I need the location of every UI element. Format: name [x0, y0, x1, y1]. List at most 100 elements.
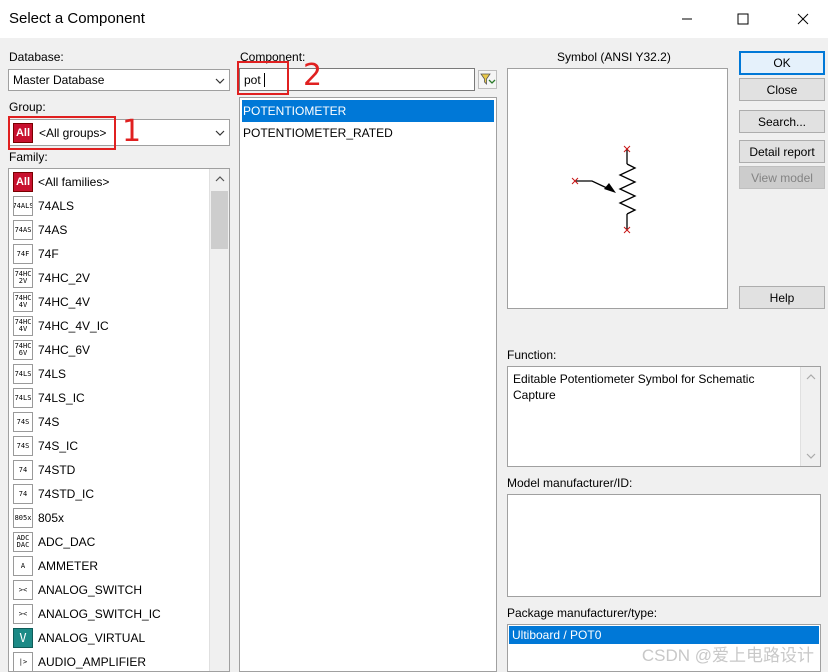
family-item[interactable]: 74LS 74LS — [13, 362, 66, 386]
symbol-label: Symbol (ANSI Y32.2) — [557, 50, 671, 64]
family-item[interactable]: ADC DAC ADC_DAC — [13, 530, 95, 554]
function-scrollbar[interactable] — [800, 367, 820, 466]
model-manufacturer-label: Model manufacturer/ID: — [507, 476, 633, 490]
function-text-area[interactable]: Editable Potentiometer Symbol for Schema… — [507, 366, 821, 467]
family-item[interactable]: A AMMETER — [13, 554, 98, 578]
annotation-number-1: 1 — [122, 114, 142, 149]
74hc-6v-gate-icon: 74HC 6V — [13, 340, 33, 360]
family-item[interactable]: 74 74STD_IC — [13, 482, 94, 506]
symbol-preview — [507, 68, 728, 309]
minimize-icon — [682, 18, 692, 20]
family-item[interactable]: 74F 74F — [13, 242, 59, 266]
family-item[interactable]: 74LS 74LS_IC — [13, 386, 85, 410]
805x-chip-icon: 805x — [13, 508, 33, 528]
component-item-potentiometer-rated[interactable]: POTENTIOMETER_RATED — [242, 122, 494, 144]
filter-icon — [480, 73, 496, 85]
family-item[interactable]: 74HC 4V 74HC_4V_IC — [13, 314, 109, 338]
family-item-label: AMMETER — [38, 559, 98, 573]
family-item[interactable]: 74HC 2V 74HC_2V — [13, 266, 90, 290]
annotation-box-1 — [8, 116, 116, 150]
maximize-button[interactable] — [720, 6, 766, 32]
74hc-4v-gate-icon: 74HC 4V — [13, 292, 33, 312]
74hc-2v-gate-icon: 74HC 2V — [13, 268, 33, 288]
family-item[interactable]: 74AS 74AS — [13, 218, 67, 242]
potentiometer-symbol-icon — [571, 145, 637, 234]
database-dropdown[interactable]: Master Database — [8, 69, 230, 91]
family-item[interactable]: All <All families> — [13, 170, 109, 194]
maximize-icon — [737, 13, 749, 25]
74as-gate-icon: 74AS — [13, 220, 33, 240]
all-families-icon: All — [13, 172, 33, 192]
family-scrollbar[interactable] — [209, 169, 229, 671]
function-text: Editable Potentiometer Symbol for Schema… — [513, 372, 755, 402]
family-item-label: 74S_IC — [38, 439, 79, 453]
family-item[interactable]: 74S 74S — [13, 410, 59, 434]
family-item-label: ANALOG_SWITCH_IC — [38, 607, 161, 621]
model-manufacturer-list[interactable] — [507, 494, 821, 597]
family-item-label: ADC_DAC — [38, 535, 96, 549]
family-item-label: 74S — [38, 415, 60, 429]
ok-button[interactable]: OK — [739, 51, 825, 75]
74std-gate-icon: 74 — [13, 460, 33, 480]
chevron-down-icon — [215, 78, 225, 84]
package-label: Package manufacturer/type: — [507, 606, 658, 620]
database-value: Master Database — [13, 73, 105, 87]
analog-switch-icon: >< — [13, 580, 33, 600]
search-button[interactable]: Search... — [739, 110, 825, 133]
family-item-label: 74HC_2V — [38, 271, 91, 285]
family-item[interactable]: |> AUDIO_AMPLIFIER — [13, 650, 147, 671]
minimize-button[interactable] — [664, 6, 710, 32]
scroll-up-icon[interactable] — [806, 373, 816, 381]
family-item[interactable]: 74ALS 74ALS — [13, 194, 74, 218]
family-item[interactable]: 74S 74S_IC — [13, 434, 78, 458]
component-item-potentiometer[interactable]: POTENTIOMETER — [242, 100, 494, 122]
74std-ic-gate-icon: 74 — [13, 484, 33, 504]
scroll-up-icon[interactable] — [215, 175, 225, 183]
audio-amplifier-icon: |> — [13, 652, 33, 671]
close-button[interactable]: Close — [739, 78, 825, 101]
family-item-label: 74F — [38, 247, 59, 261]
family-item-label: 74LS — [38, 367, 67, 381]
filter-button[interactable] — [478, 70, 497, 89]
74f-gate-icon: 74F — [13, 244, 33, 264]
family-item[interactable]: 74HC 4V 74HC_4V — [13, 290, 90, 314]
family-item-label: 74HC_4V — [38, 295, 91, 309]
annotation-number-2: 2 — [303, 58, 323, 93]
family-item[interactable]: 74HC 6V 74HC_6V — [13, 338, 90, 362]
view-model-button: View model — [739, 166, 825, 189]
family-item-label: 805x — [38, 511, 65, 525]
chevron-down-icon — [215, 130, 225, 136]
74ls-gate-icon: 74LS — [13, 364, 33, 384]
74s-gate-icon: 74S — [13, 412, 33, 432]
watermark: CSDN @爱上电路设计 — [641, 646, 814, 665]
family-item-label: 74HC_6V — [38, 343, 91, 357]
family-item-label: 74ALS — [38, 199, 75, 213]
family-item-label: 74LS_IC — [38, 391, 85, 405]
family-list[interactable]: All <All families> 74ALS 74ALS 74AS 74AS 74F 74… — [8, 168, 230, 672]
scroll-down-icon[interactable] — [806, 452, 816, 460]
close-window-button[interactable] — [780, 6, 826, 32]
annotation-box-2 — [237, 61, 289, 95]
family-scroll-thumb[interactable] — [211, 191, 228, 249]
close-icon — [797, 13, 809, 25]
help-button[interactable]: Help — [739, 286, 825, 309]
family-item-label: AUDIO_AMPLIFIER — [38, 655, 147, 669]
74als-gate-icon: 74ALS — [13, 196, 33, 216]
family-item-label: ANALOG_SWITCH — [38, 583, 143, 597]
analog-switch-ic-icon: >< — [13, 604, 33, 624]
74ls-ic-gate-icon: 74LS — [13, 388, 33, 408]
group-label: Group: — [9, 100, 46, 114]
detail-report-button[interactable]: Detail report — [739, 140, 825, 163]
family-item[interactable]: 805x 805x — [13, 506, 64, 530]
family-item[interactable]: >< ANALOG_SWITCH_IC — [13, 602, 161, 626]
family-item-label: 74AS — [38, 223, 68, 237]
family-item-label: ANALOG_VIRTUAL — [38, 631, 146, 645]
family-item-label: 74STD — [38, 463, 76, 477]
family-item[interactable]: V ANALOG_VIRTUAL — [13, 626, 145, 650]
family-item[interactable]: 74 74STD — [13, 458, 75, 482]
family-item[interactable]: >< ANALOG_SWITCH — [13, 578, 142, 602]
family-label: Family: — [9, 150, 48, 164]
adc-dac-icon: ADC DAC — [13, 532, 33, 552]
component-list[interactable]: POTENTIOMETER POTENTIOMETER_RATED — [239, 97, 497, 672]
ammeter-icon: A — [13, 556, 33, 576]
